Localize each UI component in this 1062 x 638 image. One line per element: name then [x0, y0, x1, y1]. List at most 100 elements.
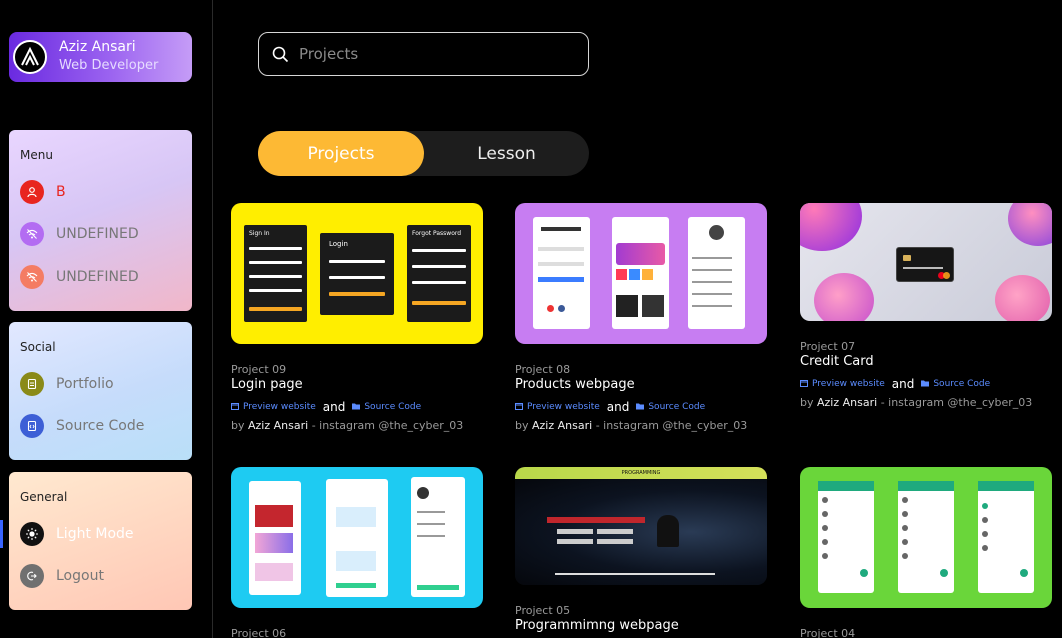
- logout-button[interactable]: Logout: [20, 563, 104, 589]
- logout-icon: [20, 564, 44, 588]
- project-card: PROGRAMMING Project 05 Programmimng webp…: [515, 467, 767, 638]
- by-text: by: [800, 396, 814, 409]
- calendar-icon: [515, 402, 523, 413]
- light-mode-toggle[interactable]: Light Mode: [20, 521, 134, 547]
- social-item-label: Portfolio: [56, 376, 114, 392]
- project-thumbnail[interactable]: Sign In Login Forgot Password: [231, 203, 483, 344]
- mini-form: Forgot Password: [407, 225, 471, 322]
- project-number: Project 05: [515, 604, 571, 617]
- and-text: and: [891, 377, 915, 391]
- profile-name: Aziz Ansari: [59, 39, 136, 55]
- project-thumbnail[interactable]: [231, 467, 483, 608]
- mini-phone: [533, 217, 590, 329]
- mini-phone: [249, 481, 301, 595]
- wifi-off-icon: [20, 265, 44, 289]
- project-number: Project 04: [800, 627, 856, 638]
- wifi-off-icon: [20, 222, 44, 246]
- project-card: Sign In Login Forgot Password Project 09…: [231, 203, 483, 438]
- tab-projects[interactable]: Projects: [258, 131, 424, 176]
- preview-website-link[interactable]: Preview website: [243, 402, 316, 412]
- instagram-handle: - instagram @the_cyber_03: [595, 419, 748, 432]
- search-icon: [272, 46, 289, 67]
- mini-phone: [818, 481, 874, 593]
- author-name: Aziz Ansari: [248, 419, 309, 432]
- and-text: and: [606, 400, 630, 414]
- menu-item-undefined-2[interactable]: UNDEFINED: [20, 264, 139, 290]
- mini-form-title: Login: [329, 240, 348, 248]
- project-card: Project 07 Credit Card Preview website a…: [800, 203, 1052, 415]
- mini-phone: [612, 217, 669, 329]
- social-item-source-code[interactable]: Source Code: [20, 413, 144, 439]
- project-title: Products webpage: [515, 377, 635, 392]
- project-links: Preview website and Source Code: [231, 400, 421, 414]
- general-title: General: [20, 490, 68, 504]
- social-item-label: Source Code: [56, 418, 145, 434]
- project-card: Project 08 Products webpage Preview webs…: [515, 203, 767, 438]
- menu-title: Menu: [20, 148, 53, 162]
- credit-card-graphic: [896, 247, 954, 282]
- by-text: by: [515, 419, 529, 432]
- folder-icon: [352, 402, 361, 413]
- code-file-icon: [20, 414, 44, 438]
- project-number: Project 08: [515, 363, 571, 376]
- preview-website-link[interactable]: Preview website: [812, 379, 885, 389]
- project-links: Preview website and Source Code: [515, 400, 705, 414]
- author-name: Aziz Ansari: [532, 419, 593, 432]
- folder-icon: [921, 379, 930, 390]
- mini-phone: [326, 479, 388, 597]
- by-text: by: [231, 419, 245, 432]
- profile-card[interactable]: Aziz Ansari Web Developer: [9, 32, 192, 82]
- user-icon: [20, 180, 44, 204]
- search-input[interactable]: [299, 33, 579, 75]
- and-text: and: [322, 400, 346, 414]
- project-byline: by Aziz Ansari - instagram @the_cyber_03: [515, 419, 747, 432]
- mini-form-title: Sign In: [249, 230, 270, 237]
- mini-phone: [688, 217, 745, 329]
- thumbnail-heading: PROGRAMMING: [621, 470, 661, 476]
- instagram-handle: - instagram @the_cyber_03: [880, 396, 1033, 409]
- project-thumbnail[interactable]: PROGRAMMING: [515, 467, 767, 585]
- project-title: Programmimng webpage: [515, 618, 679, 633]
- menu-item-undefined-1[interactable]: UNDEFINED: [20, 221, 139, 247]
- project-thumbnail[interactable]: [800, 467, 1052, 608]
- tab-lesson[interactable]: Lesson: [424, 131, 589, 176]
- menu-item-label: UNDEFINED: [56, 226, 139, 242]
- mini-phone: [898, 481, 954, 593]
- mini-form: Sign In: [244, 225, 307, 322]
- project-title: Credit Card: [800, 354, 874, 369]
- menu-panel: Menu B UNDEFINED UNDEFINED: [9, 130, 192, 311]
- source-code-link[interactable]: Source Code: [648, 402, 705, 412]
- source-code-link[interactable]: Source Code: [364, 402, 421, 412]
- active-indicator: [0, 520, 3, 548]
- sun-icon: [20, 522, 44, 546]
- preview-website-link[interactable]: Preview website: [527, 402, 600, 412]
- project-links: Preview website and Source Code: [800, 377, 990, 391]
- project-card: Project 04: [800, 467, 1052, 638]
- social-item-portfolio[interactable]: Portfolio: [20, 371, 114, 397]
- menu-item-b[interactable]: B: [20, 179, 66, 205]
- sidebar: Aziz Ansari Web Developer Menu B UNDEFIN…: [0, 0, 213, 638]
- project-thumbnail[interactable]: [800, 203, 1052, 321]
- project-number: Project 09: [231, 363, 287, 376]
- general-item-label: Logout: [56, 568, 104, 584]
- instagram-handle: - instagram @the_cyber_03: [311, 419, 464, 432]
- a-logo-icon: [13, 40, 47, 74]
- profile-role: Web Developer: [59, 58, 159, 73]
- author-name: Aziz Ansari: [817, 396, 878, 409]
- general-item-label: Light Mode: [56, 526, 134, 542]
- mini-phone: [978, 481, 1034, 593]
- social-panel: Social Portfolio Source Code: [9, 322, 192, 460]
- folder-icon: [636, 402, 645, 413]
- project-thumbnail[interactable]: [515, 203, 767, 344]
- document-icon: [20, 372, 44, 396]
- mini-form: Login: [320, 233, 394, 315]
- menu-item-label: B: [56, 184, 66, 200]
- project-title: Login page: [231, 377, 303, 392]
- mini-form-title: Forgot Password: [412, 230, 462, 237]
- project-number: Project 07: [800, 340, 856, 353]
- calendar-icon: [800, 379, 808, 390]
- project-card: Project 06: [231, 467, 483, 638]
- source-code-link[interactable]: Source Code: [933, 379, 990, 389]
- calendar-icon: [231, 402, 239, 413]
- search-bar[interactable]: [258, 32, 589, 76]
